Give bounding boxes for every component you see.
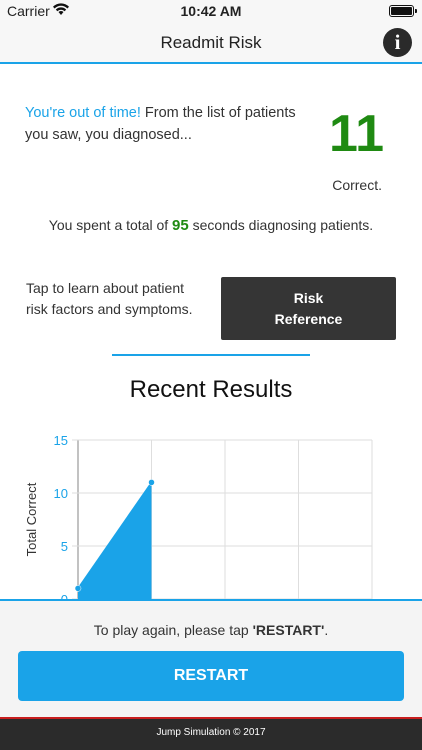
risk-reference-button[interactable]: Risk Reference [221,277,396,340]
correct-score: 11 [329,105,384,163]
play-again-message: To play again, please tap 'RESTART'. [0,622,422,638]
correct-label: Correct. [332,177,382,193]
clock-time: 10:42 AM [180,3,242,19]
time-spent-message: You spent a total of 95 seconds diagnosi… [0,217,422,234]
risk-button-line2: Reference [274,311,343,327]
footer: Jump Simulation © 2017 [0,717,422,750]
data-point [74,585,82,592]
recent-results-chart: 15 10 5 0 Total Correct [0,420,422,600]
recent-results-title: Recent Results [129,376,293,403]
bottom-panel: To play again, please tap 'RESTART'. RES… [0,599,422,717]
y-tick-label: 15 [54,433,68,448]
out-of-time-label: You're out of time! [25,105,141,121]
time-suffix: seconds diagnosing patients. [188,217,374,233]
restart-button[interactable]: RESTART [18,651,404,701]
y-axis-label: Total Correct [24,482,39,556]
restart-keyword: 'RESTART' [252,622,325,638]
time-prefix: You spent a total of [48,217,173,233]
seconds-value: 95 [172,217,189,234]
page-title: Readmit Risk [160,33,262,52]
risk-button-line1: Risk [293,290,324,306]
status-bar: Carrier 10:42 AM [0,0,422,22]
chart-svg: 151050Total Correct [24,433,373,600]
copyright-text: Jump Simulation © 2017 [156,727,266,738]
y-tick-label: 10 [54,486,68,501]
info-icon[interactable]: i [383,28,412,57]
play-again-suffix: . [324,622,329,638]
area-fill [78,482,152,599]
data-point [148,479,155,486]
nav-bar: Readmit Risk i [0,22,422,64]
section-divider [112,354,310,356]
y-tick-label: 5 [61,539,68,554]
risk-description: Tap to learn about patient risk factors … [26,280,193,317]
play-again-prefix: To play again, please tap [93,622,253,638]
out-of-time-message: You're out of time! From the list of pat… [25,102,315,146]
battery-icon [389,5,417,17]
